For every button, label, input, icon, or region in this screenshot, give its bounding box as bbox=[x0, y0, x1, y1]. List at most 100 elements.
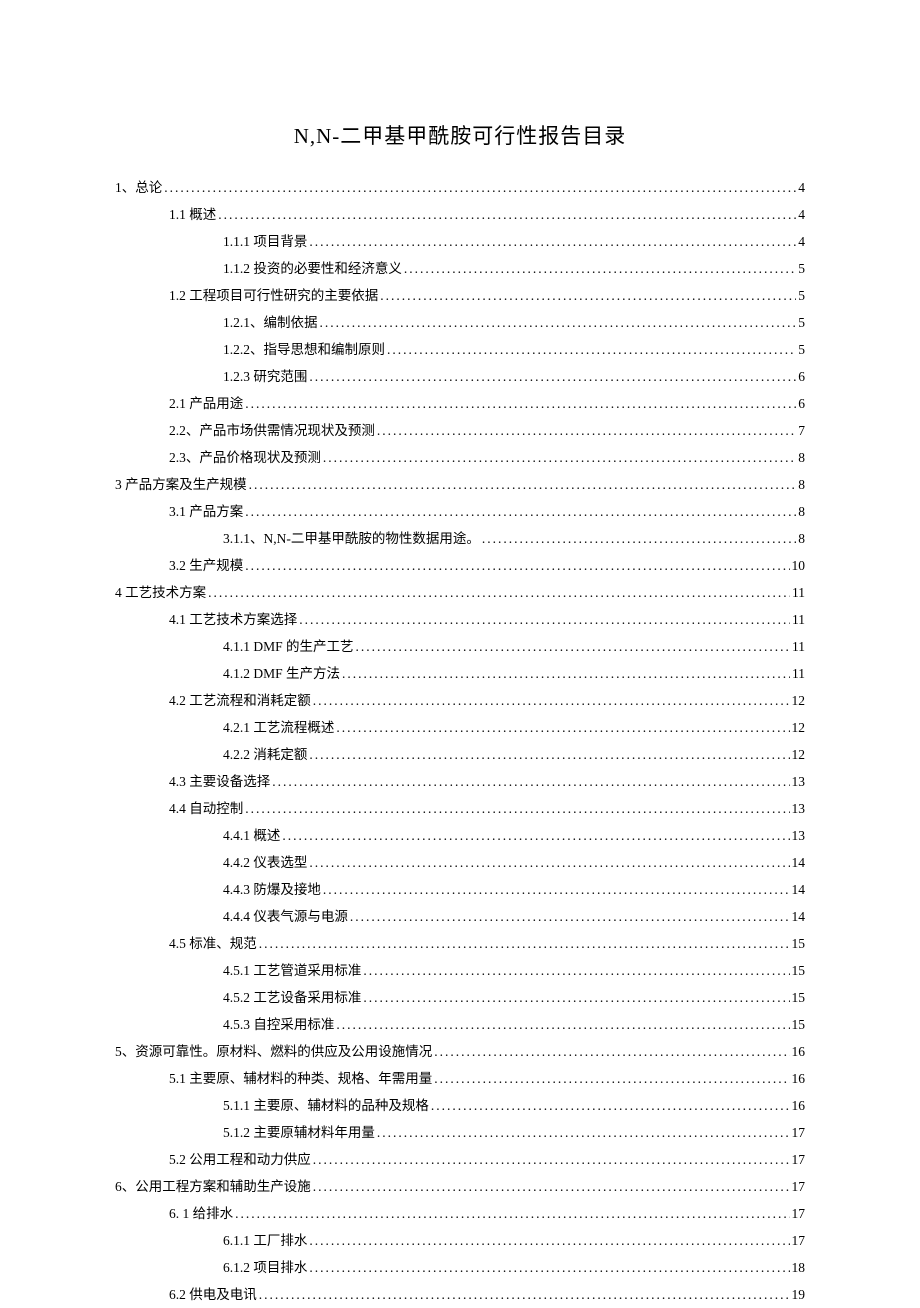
toc-entry: 2.3、产品价格现状及预测 8 bbox=[115, 444, 805, 471]
toc-entry-page: 11 bbox=[792, 579, 805, 606]
toc-entry-page: 6 bbox=[798, 390, 805, 417]
toc-entry-label: 2.2、产品市场供需情况现状及预测 bbox=[169, 417, 375, 444]
toc-leader-dots bbox=[259, 930, 790, 957]
toc-entry: 5.2 公用工程和动力供应17 bbox=[115, 1146, 805, 1173]
toc-entry: 4.1 工艺技术方案选择11 bbox=[115, 606, 805, 633]
toc-entry-label: 1.2.2、指导思想和编制原则 bbox=[223, 336, 385, 363]
toc-entry: 1.2.3 研究范围6 bbox=[115, 363, 805, 390]
toc-leader-dots bbox=[434, 1065, 789, 1092]
toc-entry-page: 8 bbox=[798, 471, 805, 498]
toc-leader-dots bbox=[377, 1119, 790, 1146]
toc-entry: 1.1.2 投资的必要性和经济意义5 bbox=[115, 255, 805, 282]
toc-entry-label: 5、资源可靠性。原材料、燃料的供应及公用设施情况 bbox=[115, 1038, 432, 1065]
toc-leader-dots bbox=[299, 606, 790, 633]
toc-entry-label: 4.2 工艺流程和消耗定额 bbox=[169, 687, 311, 714]
toc-entry-label: 4.1.2 DMF 生产方法 bbox=[223, 660, 340, 687]
toc-entry-label: 6. 1 给排水 bbox=[169, 1200, 233, 1227]
toc-entry-page: 15 bbox=[792, 930, 806, 957]
toc-leader-dots bbox=[320, 309, 797, 336]
toc-entry: 4.4.1 概述 13 bbox=[115, 822, 805, 849]
toc-leader-dots bbox=[363, 984, 789, 1011]
toc-entry: 3.1.1、N,N-二甲基甲酰胺的物性数据用途。8 bbox=[115, 525, 805, 552]
toc-entry: 5.1.1 主要原、辅材料的品种及规格16 bbox=[115, 1092, 805, 1119]
toc-entry-label: 6.1.1 工厂排水 bbox=[223, 1227, 307, 1254]
page-title: N,N-二甲基甲酰胺可行性报告目录 bbox=[115, 120, 805, 150]
toc-entry-label: 4.4 自动控制 bbox=[169, 795, 243, 822]
toc-entry-page: 13 bbox=[792, 822, 806, 849]
toc-leader-dots bbox=[309, 1227, 789, 1254]
toc-entry-label: 4.4.1 概述 bbox=[223, 822, 280, 849]
toc-leader-dots bbox=[245, 552, 789, 579]
toc-entry: 3.2 生产规模 10 bbox=[115, 552, 805, 579]
toc-leader-dots bbox=[309, 849, 789, 876]
toc-leader-dots bbox=[387, 336, 796, 363]
toc-leader-dots bbox=[245, 795, 789, 822]
toc-entry-label: 5.1.1 主要原、辅材料的品种及规格 bbox=[223, 1092, 429, 1119]
toc-entry-label: 1.2.1、编制依据 bbox=[223, 309, 318, 336]
toc-entry: 4.4.2 仪表选型 14 bbox=[115, 849, 805, 876]
toc-entry-page: 17 bbox=[792, 1200, 806, 1227]
toc-entry-page: 17 bbox=[792, 1173, 806, 1200]
toc-entry-page: 10 bbox=[792, 552, 806, 579]
toc-entry: 4.5.2 工艺设备采用标准15 bbox=[115, 984, 805, 1011]
toc-entry-page: 11 bbox=[792, 633, 805, 660]
toc-leader-dots bbox=[272, 768, 789, 795]
toc-leader-dots bbox=[313, 1173, 790, 1200]
toc-entry: 6. 1 给排水 17 bbox=[115, 1200, 805, 1227]
toc-entry: 4.2 工艺流程和消耗定额12 bbox=[115, 687, 805, 714]
toc-entry-label: 4 工艺技术方案 bbox=[115, 579, 206, 606]
toc-entry-label: 1.2.3 研究范围 bbox=[223, 363, 307, 390]
toc-entry-page: 14 bbox=[792, 849, 806, 876]
toc-entry: 6.1.1 工厂排水17 bbox=[115, 1227, 805, 1254]
toc-leader-dots bbox=[309, 363, 796, 390]
toc-entry-page: 8 bbox=[798, 444, 805, 471]
toc-entry-page: 14 bbox=[792, 903, 806, 930]
toc-entry-label: 5.1 主要原、辅材料的种类、规格、年需用量 bbox=[169, 1065, 432, 1092]
toc-entry-label: 1.1.1 项目背景 bbox=[223, 228, 307, 255]
toc-entry: 4.4.3 防爆及接地14 bbox=[115, 876, 805, 903]
toc-entry: 6、公用工程方案和辅助生产设施17 bbox=[115, 1173, 805, 1200]
toc-entry-label: 2.3、产品价格现状及预测 bbox=[169, 444, 321, 471]
toc-entry: 3 产品方案及生产规模 8 bbox=[115, 471, 805, 498]
toc-entry-label: 2.1 产品用途 bbox=[169, 390, 243, 417]
toc-entry-label: 4.4.2 仪表选型 bbox=[223, 849, 307, 876]
toc-entry-label: 4.1 工艺技术方案选择 bbox=[169, 606, 297, 633]
toc-leader-dots bbox=[309, 1254, 789, 1281]
toc-entry-page: 8 bbox=[798, 498, 805, 525]
toc-leader-dots bbox=[336, 1011, 789, 1038]
toc-leader-dots bbox=[313, 1146, 790, 1173]
toc-entry: 1.1.1 项目背景 4 bbox=[115, 228, 805, 255]
toc-entry: 1.1 概述4 bbox=[115, 201, 805, 228]
toc-entry-page: 5 bbox=[798, 282, 805, 309]
toc-entry-page: 15 bbox=[792, 957, 806, 984]
toc-entry-page: 5 bbox=[798, 309, 805, 336]
toc-entry-page: 4 bbox=[798, 201, 805, 228]
toc-entry-page: 18 bbox=[792, 1254, 806, 1281]
toc-entry-label: 3 产品方案及生产规模 bbox=[115, 471, 247, 498]
toc-entry-label: 4.2.2 消耗定额 bbox=[223, 741, 307, 768]
toc-entry-label: 4.1.1 DMF 的生产工艺 bbox=[223, 633, 354, 660]
toc-leader-dots bbox=[431, 1092, 790, 1119]
toc-entry-page: 4 bbox=[798, 228, 805, 255]
toc-entry-page: 5 bbox=[798, 336, 805, 363]
toc-leader-dots bbox=[313, 687, 790, 714]
toc-entry-page: 17 bbox=[792, 1146, 806, 1173]
toc-leader-dots bbox=[377, 417, 796, 444]
toc-leader-dots bbox=[323, 876, 790, 903]
toc-entry: 4.5 标准、规范15 bbox=[115, 930, 805, 957]
toc-entry-page: 15 bbox=[792, 1011, 806, 1038]
toc-leader-dots bbox=[235, 1200, 789, 1227]
toc-entry-label: 4.5.3 自控采用标准 bbox=[223, 1011, 334, 1038]
toc-entry-label: 4.4.4 仪表气源与电源 bbox=[223, 903, 348, 930]
toc-entry-page: 16 bbox=[792, 1038, 806, 1065]
toc-leader-dots bbox=[164, 174, 796, 201]
toc-entry-page: 12 bbox=[792, 714, 806, 741]
toc-leader-dots bbox=[259, 1281, 790, 1308]
toc-entry-label: 3.2 生产规模 bbox=[169, 552, 243, 579]
toc-entry: 4.5.3 自控采用标准 15 bbox=[115, 1011, 805, 1038]
toc-entry-page: 14 bbox=[792, 876, 806, 903]
toc-entry-page: 5 bbox=[798, 255, 805, 282]
toc-entry-page: 12 bbox=[792, 741, 806, 768]
toc-entry-label: 4.5.1 工艺管道采用标准 bbox=[223, 957, 361, 984]
toc-entry: 5.1.2 主要原辅材料年用量17 bbox=[115, 1119, 805, 1146]
